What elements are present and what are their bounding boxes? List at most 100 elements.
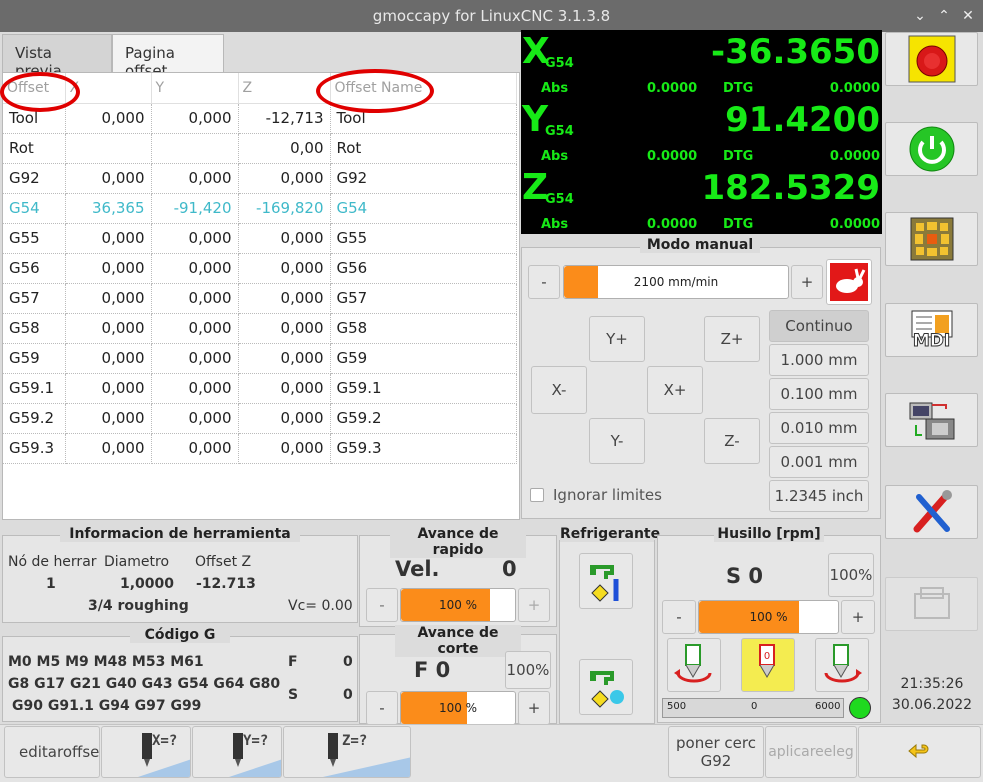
offset-cell-z[interactable]: 0,00 xyxy=(238,133,331,164)
offset-cell-y[interactable]: 0,000 xyxy=(151,103,239,134)
minimize-icon[interactable]: ⌄ xyxy=(910,6,930,26)
offset-cell-x[interactable]: 0,000 xyxy=(65,163,152,194)
offset-cell-name[interactable]: G59.3 xyxy=(330,433,517,464)
offset-cell-x[interactable]: 36,365 xyxy=(65,193,152,224)
offset-cell-x[interactable]: 0,000 xyxy=(65,313,152,344)
offset-cell-x[interactable]: 0,000 xyxy=(65,253,152,284)
touch-off-z-button[interactable]: Z=? xyxy=(283,726,411,778)
offset-cell-z[interactable]: -12,713 xyxy=(238,103,331,134)
offset-cell-y[interactable]: 0,000 xyxy=(151,343,239,374)
spindle-stop-button[interactable]: 0 xyxy=(741,638,795,692)
estop-button[interactable] xyxy=(885,32,978,86)
offset-cell-name[interactable]: G57 xyxy=(330,283,517,314)
offset-cell-x[interactable]: 0,000 xyxy=(65,283,152,314)
jog-y-minus-button[interactable]: Y- xyxy=(589,418,645,464)
offset-cell-name[interactable]: G59.2 xyxy=(330,403,517,434)
offset-cell-z[interactable]: -169,820 xyxy=(238,193,331,224)
jog-z-minus-button[interactable]: Z- xyxy=(704,418,760,464)
table-row[interactable]: G59.3 0,000 0,000 0,000 G59.3 xyxy=(3,433,517,464)
increment-1mm[interactable]: 1.000 mm xyxy=(769,344,869,376)
maximize-icon[interactable]: ⌃ xyxy=(934,6,954,26)
offset-cell-x[interactable]: 0,000 xyxy=(65,373,152,404)
offset-cell-x[interactable]: 0,000 xyxy=(65,343,152,374)
rapid-minus-button[interactable]: - xyxy=(366,588,398,622)
offset-cell-z[interactable]: 0,000 xyxy=(238,253,331,284)
feed-plus-button[interactable]: + xyxy=(518,691,550,725)
offset-cell-z[interactable]: 0,000 xyxy=(238,313,331,344)
set-zero-g92-button[interactable]: poner cerc G92 xyxy=(668,726,764,778)
table-row[interactable]: G92 0,000 0,000 0,000 G92 xyxy=(3,163,517,194)
table-row[interactable]: G57 0,000 0,000 0,000 G57 xyxy=(3,283,517,314)
touch-off-y-button[interactable]: Y=? xyxy=(192,726,282,778)
offset-cell-offset[interactable]: G56 xyxy=(3,253,66,284)
increment-continuo[interactable]: Continuo xyxy=(769,310,869,342)
offset-cell-z[interactable]: 0,000 xyxy=(238,433,331,464)
table-row[interactable]: G59.2 0,000 0,000 0,000 G59.2 xyxy=(3,403,517,434)
offset-cell-name[interactable]: Rot xyxy=(330,133,517,164)
table-row[interactable]: G58 0,000 0,000 0,000 G58 xyxy=(3,313,517,344)
offset-cell-y[interactable]: 0,000 xyxy=(151,223,239,254)
increment-0-01mm[interactable]: 0.010 mm xyxy=(769,412,869,444)
user-tabs-button[interactable] xyxy=(885,577,978,631)
increment-0-1mm[interactable]: 0.100 mm xyxy=(769,378,869,410)
auto-mode-button[interactable] xyxy=(885,393,978,447)
spindle-reset-button[interactable]: 100% xyxy=(828,553,874,597)
flood-coolant-button[interactable] xyxy=(579,553,633,609)
jog-y-plus-button[interactable]: Y+ xyxy=(589,316,645,362)
tab-pagina-offset[interactable]: Pagina offset xyxy=(112,34,224,80)
close-icon[interactable]: ✕ xyxy=(958,6,978,26)
offset-cell-name[interactable]: G55 xyxy=(330,223,517,254)
offset-cell-z[interactable]: 0,000 xyxy=(238,403,331,434)
manual-mode-button[interactable] xyxy=(885,212,978,266)
dro-axis-y[interactable]: Y G54 91.4200 Abs 0.0000 DTG 0.0000 xyxy=(521,98,882,166)
table-row[interactable]: G55 0,000 0,000 0,000 G55 xyxy=(3,223,517,254)
jog-speed-bar[interactable]: 2100 mm/min xyxy=(563,265,789,299)
offset-cell-x[interactable]: 0,000 xyxy=(65,103,152,134)
jog-x-plus-button[interactable]: X+ xyxy=(647,366,703,414)
dro-axis-z[interactable]: Z G54 182.5329 Abs 0.0000 DTG 0.0000 xyxy=(521,166,882,234)
offset-cell-offset[interactable]: G54 xyxy=(3,193,66,224)
offset-cell-name[interactable]: G59.1 xyxy=(330,373,517,404)
offset-cell-name[interactable]: G58 xyxy=(330,313,517,344)
offset-cell-y[interactable]: 0,000 xyxy=(151,403,239,434)
increment-0-001mm[interactable]: 0.001 mm xyxy=(769,446,869,478)
offset-cell-offset[interactable]: G59.1 xyxy=(3,373,66,404)
increment-inch[interactable]: 1.2345 inch xyxy=(769,480,869,512)
offset-cell-y[interactable]: 0,000 xyxy=(151,283,239,314)
offset-cell-offset[interactable]: G55 xyxy=(3,223,66,254)
offset-cell-z[interactable]: 0,000 xyxy=(238,163,331,194)
spindle-minus-button[interactable]: - xyxy=(662,600,696,634)
feed-minus-button[interactable]: - xyxy=(366,691,398,725)
table-row[interactable]: G54 36,365 -91,420 -169,820 G54 xyxy=(3,193,517,224)
offset-cell-y[interactable]: 0,000 xyxy=(151,313,239,344)
offset-cell-x[interactable]: 0,000 xyxy=(65,403,152,434)
offset-cell-name[interactable]: G54 xyxy=(330,193,517,224)
table-row[interactable]: G59.1 0,000 0,000 0,000 G59.1 xyxy=(3,373,517,404)
offset-cell-y[interactable]: 0,000 xyxy=(151,433,239,464)
settings-button[interactable] xyxy=(885,485,978,539)
col-header-y[interactable]: Y xyxy=(151,73,239,104)
turtle-rabbit-button[interactable] xyxy=(826,259,872,305)
edit-offsets-button[interactable]: editaroffset xyxy=(4,726,100,778)
jog-x-minus-button[interactable]: X- xyxy=(531,366,587,414)
table-row[interactable]: Tool 0,000 0,000 -12,713 Tool xyxy=(3,103,517,134)
table-row[interactable]: Rot 0,00 Rot xyxy=(3,133,517,164)
offset-cell-offset[interactable]: G59.2 xyxy=(3,403,66,434)
offset-cell-y[interactable]: 0,000 xyxy=(151,253,239,284)
offset-cell-y[interactable] xyxy=(151,133,239,164)
spindle-reverse-button[interactable] xyxy=(815,638,869,692)
offset-cell-x[interactable]: 0,000 xyxy=(65,223,152,254)
mdi-mode-button[interactable]: MDI xyxy=(885,303,978,357)
ignore-limits-checkbox[interactable] xyxy=(530,488,544,502)
spindle-override-bar[interactable]: 100 % xyxy=(698,600,839,634)
machine-power-button[interactable] xyxy=(885,122,978,176)
back-button[interactable] xyxy=(858,726,981,778)
offset-cell-offset[interactable]: G57 xyxy=(3,283,66,314)
touch-off-x-button[interactable]: X=? xyxy=(101,726,191,778)
offset-cell-name[interactable]: G56 xyxy=(330,253,517,284)
offset-cell-offset[interactable]: G58 xyxy=(3,313,66,344)
offset-cell-offset[interactable]: G59 xyxy=(3,343,66,374)
table-row[interactable]: G56 0,000 0,000 0,000 G56 xyxy=(3,253,517,284)
dro-axis-x[interactable]: X G54 -36.3650 Abs 0.0000 DTG 0.0000 xyxy=(521,30,882,98)
offset-cell-z[interactable]: 0,000 xyxy=(238,373,331,404)
